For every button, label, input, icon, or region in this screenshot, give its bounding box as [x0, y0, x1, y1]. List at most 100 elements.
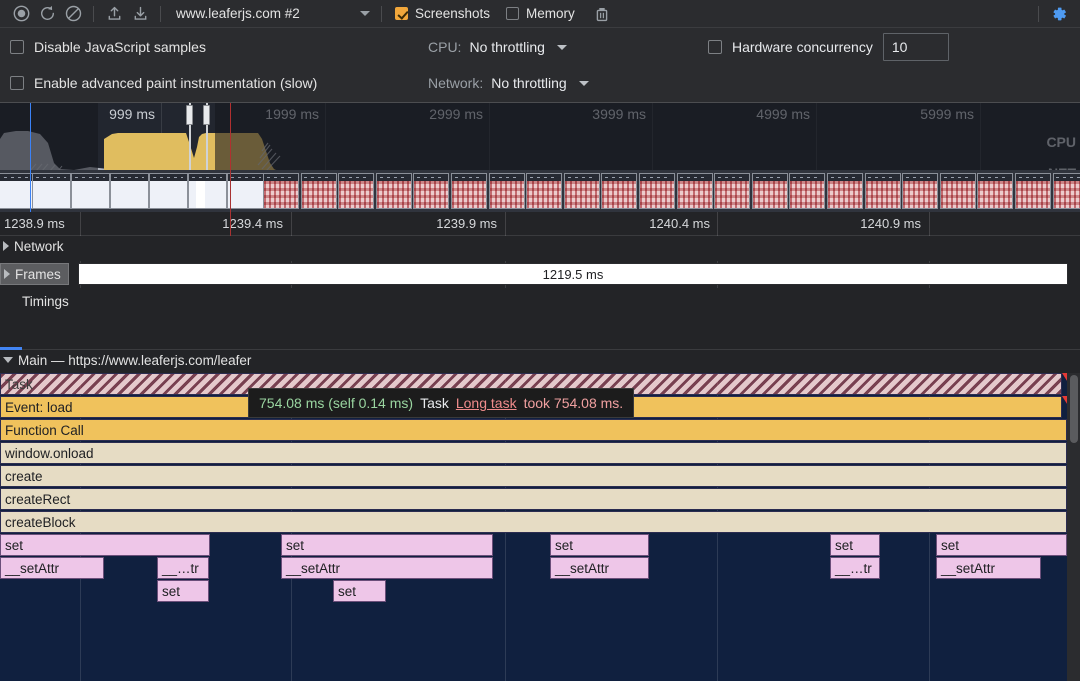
advanced-paint-checkbox[interactable]: Enable advanced paint instrumentation (s… — [10, 75, 317, 91]
cpu-throttling-value: No throttling — [469, 39, 545, 55]
flame-bar[interactable]: set — [0, 534, 210, 556]
track-frames[interactable]: 1219.5 ms Frames — [0, 261, 1080, 288]
frame-body — [564, 181, 599, 208]
upload-profile-icon[interactable] — [101, 1, 127, 27]
flame-bar[interactable]: set — [333, 580, 386, 602]
frame-duration-label: 1219.5 ms — [542, 266, 604, 282]
filmstrip-frame[interactable] — [451, 173, 487, 209]
flame-bar[interactable]: window.onload — [0, 442, 1067, 464]
filmstrip-frame[interactable] — [714, 173, 751, 209]
filmstrip-frame[interactable] — [939, 173, 976, 209]
tooltip-event-name: Task — [420, 395, 449, 411]
download-profile-icon[interactable] — [127, 1, 153, 27]
filmstrip-frame[interactable] — [263, 173, 299, 209]
screenshots-checkbox-box[interactable] — [395, 7, 408, 20]
filmstrip-frame[interactable] — [1015, 173, 1051, 209]
flame-bar[interactable]: createRect — [0, 488, 1067, 510]
flame-bar[interactable]: __…tr — [830, 557, 880, 579]
main-flame-chart[interactable]: Task Event: load Function Call window.onloa… — [0, 373, 1080, 681]
chevron-right-icon[interactable] — [4, 269, 10, 279]
filmstrip-frame[interactable] — [375, 173, 412, 209]
track-timings[interactable]: Timings — [0, 288, 1080, 350]
memory-checkbox[interactable]: Memory — [506, 6, 575, 21]
flame-bar[interactable]: set — [830, 534, 880, 556]
filmstrip-frame[interactable] — [827, 173, 863, 209]
filmstrip-frame[interactable] — [902, 173, 939, 209]
flame-row: set set set set set — [0, 534, 1080, 557]
track-main-title[interactable]: Main — https://www.leaferjs.com/leafer — [0, 350, 258, 370]
hardware-concurrency-input[interactable] — [882, 33, 949, 61]
network-throttling-control[interactable]: Network: No throttling — [428, 75, 589, 91]
recording-select[interactable]: www.leaferjs.com #2 — [168, 3, 374, 25]
chevron-right-icon[interactable] — [3, 241, 9, 251]
flame-bar[interactable]: createBlock — [0, 511, 1067, 533]
filmstrip-frame[interactable] — [864, 173, 901, 209]
flame-bar[interactable]: set — [936, 534, 1067, 556]
flame-row: createRect — [0, 488, 1080, 511]
flame-bar[interactable]: __setAttr — [281, 557, 493, 579]
filmstrip-frame[interactable] — [71, 173, 110, 209]
filmstrip-frame[interactable] — [227, 173, 266, 209]
filmstrip-frame[interactable] — [601, 173, 638, 209]
filmstrip-frame[interactable] — [751, 173, 788, 209]
record-icon[interactable] — [8, 1, 34, 27]
flame-chart-scrollbar[interactable] — [1067, 373, 1080, 681]
reload-record-icon[interactable] — [34, 1, 60, 27]
filmstrip-frame[interactable] — [977, 173, 1014, 209]
overview-window-left-grip[interactable] — [186, 105, 193, 125]
flame-bar[interactable]: set — [550, 534, 649, 556]
filmstrip-frame[interactable] — [563, 173, 600, 209]
disable-js-samples-checkbox[interactable]: Disable JavaScript samples — [10, 39, 206, 55]
filmstrip-frame[interactable] — [526, 173, 563, 209]
disable-js-samples-label: Disable JavaScript samples — [34, 39, 206, 55]
network-throttling-label: Network: — [428, 75, 484, 91]
flame-bar[interactable]: __…tr — [157, 557, 209, 579]
filmstrip-track[interactable] — [0, 170, 1080, 212]
tooltip-long-task-link[interactable]: Long task — [456, 395, 517, 411]
filmstrip-frame[interactable] — [676, 173, 713, 209]
flame-bar[interactable]: create — [0, 465, 1067, 487]
flame-bar[interactable]: __setAttr — [0, 557, 104, 579]
cpu-throttling-control[interactable]: CPU: No throttling — [428, 39, 567, 55]
frame-browser-bar — [339, 174, 374, 181]
flame-bar[interactable]: set — [157, 580, 209, 602]
flame-chart-scrollbar-thumb[interactable] — [1069, 375, 1078, 443]
filmstrip-frame[interactable] — [300, 173, 337, 209]
hardware-concurrency-box[interactable] — [708, 40, 722, 54]
filmstrip-frame[interactable] — [413, 173, 450, 209]
track-main-header[interactable]: Main — https://www.leaferjs.com/leafer — [0, 347, 1080, 373]
flame-bar[interactable]: Function Call — [0, 419, 1067, 441]
gear-icon[interactable] — [1046, 1, 1072, 27]
flame-bar[interactable]: __setAttr — [936, 557, 1041, 579]
screenshots-checkbox[interactable]: Screenshots — [395, 6, 490, 21]
frame-browser-bar — [1016, 174, 1050, 181]
frame-block[interactable]: 1219.5 ms — [78, 263, 1068, 285]
track-network-header[interactable]: Network — [0, 236, 71, 256]
chevron-down-icon[interactable] — [3, 357, 13, 363]
clear-icon[interactable] — [60, 1, 86, 27]
filmstrip-frame[interactable] — [1052, 173, 1080, 209]
filmstrip-frame[interactable] — [149, 173, 188, 209]
frame-browser-bar — [452, 174, 486, 181]
hardware-concurrency-control[interactable]: Hardware concurrency — [708, 33, 949, 61]
filmstrip-frame[interactable] — [639, 173, 675, 209]
frame-body — [414, 181, 449, 208]
memory-checkbox-box[interactable] — [506, 7, 520, 20]
flame-bar[interactable]: set — [281, 534, 493, 556]
ruler-time-label: 1240.4 ms — [649, 216, 710, 231]
frame-browser-bar — [489, 174, 524, 181]
track-network[interactable]: Network — [0, 236, 1080, 261]
frame-browser-bar — [828, 174, 862, 181]
filmstrip-frame[interactable] — [488, 173, 525, 209]
filmstrip-frame[interactable] — [110, 173, 149, 209]
flame-bar[interactable]: __setAttr — [550, 557, 649, 579]
overview-window-right-grip[interactable] — [203, 105, 210, 125]
filmstrip-frame[interactable] — [789, 173, 826, 209]
filmstrip-frame[interactable] — [32, 173, 71, 209]
disable-js-samples-box[interactable] — [10, 40, 24, 54]
advanced-paint-box[interactable] — [10, 76, 24, 90]
filmstrip-frame[interactable] — [338, 173, 375, 209]
delete-icon[interactable] — [589, 1, 615, 27]
filmstrip-frame[interactable] — [188, 173, 227, 209]
track-frames-header[interactable]: Frames — [0, 263, 69, 285]
